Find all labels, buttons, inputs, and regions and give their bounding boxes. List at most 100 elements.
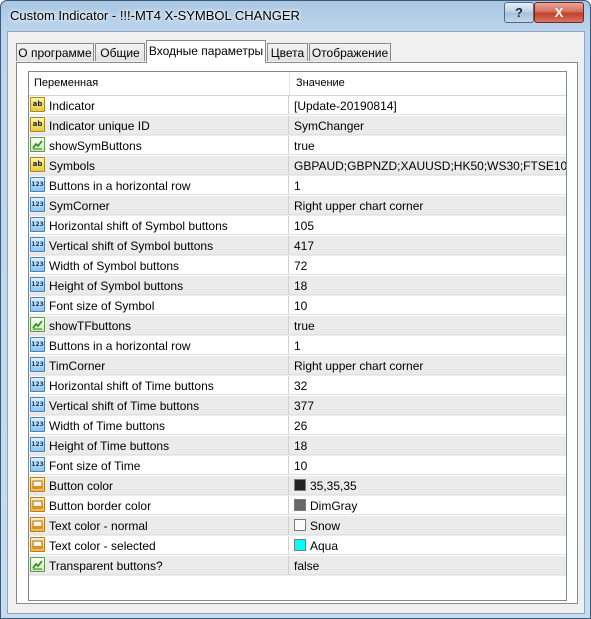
param-value-cell[interactable]: 32 [289,376,566,395]
param-name-cell[interactable]: 123 Horizontal shift of Symbol buttons [29,216,289,235]
param-value[interactable]: 72 [294,259,307,273]
table-row[interactable]: 123 Horizontal shift of Time buttons 32 [29,376,566,396]
param-name-cell[interactable]: 123 Font size of Symbol [29,296,289,315]
param-value-cell[interactable]: GBPAUD;GBPNZD;XAUUSD;HK50;WS30;FTSE100 [289,156,566,175]
param-name-cell[interactable]: showTFbuttons [29,316,289,335]
help-button[interactable]: ? [504,2,534,23]
param-value-cell[interactable]: true [289,316,566,335]
param-value-cell[interactable]: Right upper chart corner [289,196,566,215]
close-button[interactable]: X [534,2,584,23]
param-name-cell[interactable]: 123 TimCorner [29,356,289,375]
param-value[interactable]: 105 [294,219,314,233]
param-value-cell[interactable]: 10 [289,456,566,475]
param-value[interactable]: 417 [294,239,314,253]
param-value[interactable]: 35,35,35 [310,479,357,493]
param-value[interactable]: 377 [294,399,314,413]
param-value-cell[interactable]: 18 [289,276,566,295]
param-name-cell[interactable]: ab Symbols [29,156,289,175]
table-row[interactable]: ab Symbols GBPAUD;GBPNZD;XAUUSD;HK50;WS30;… [29,156,566,176]
table-row[interactable]: 123 Width of Symbol buttons 72 [29,256,566,276]
table-row[interactable]: showSymButtons true [29,136,566,156]
param-name-cell[interactable]: Transparent buttons? [29,556,289,575]
table-row[interactable]: 123 Width of Time buttons 26 [29,416,566,436]
table-row[interactable]: Text color - normal Snow [29,516,566,536]
title-bar[interactable]: Custom Indicator - !!!-MT4 X-SYMBOL CHAN… [1,1,590,31]
param-value[interactable]: GBPAUD;GBPNZD;XAUUSD;HK50;WS30;FTSE100 [294,159,566,173]
param-name-cell[interactable]: 123 Height of Time buttons [29,436,289,455]
table-row[interactable]: 123 Vertical shift of Time buttons 377 [29,396,566,416]
param-name-cell[interactable]: 123 Buttons in a horizontal row [29,176,289,195]
param-value[interactable]: 26 [294,419,307,433]
param-name-cell[interactable]: Text color - selected [29,536,289,555]
table-row[interactable]: 123 TimCorner Right upper chart corner [29,356,566,376]
table-row[interactable]: showTFbuttons true [29,316,566,336]
table-row[interactable]: 123 Buttons in a horizontal row 1 [29,336,566,356]
param-value-cell[interactable]: 35,35,35 [289,476,566,495]
param-value-cell[interactable]: true [289,136,566,155]
table-row[interactable]: 123 Vertical shift of Symbol buttons 417 [29,236,566,256]
param-name-cell[interactable]: 123 Buttons in a horizontal row [29,336,289,355]
param-value[interactable]: 10 [294,459,307,473]
table-row[interactable]: ab Indicator [Update-20190814] [29,96,566,116]
param-name-cell[interactable]: Button border color [29,496,289,515]
param-value[interactable]: 18 [294,439,307,453]
column-header-value[interactable]: Значение [296,77,345,89]
param-value-cell[interactable]: 26 [289,416,566,435]
table-row[interactable]: 123 SymCorner Right upper chart corner [29,196,566,216]
table-row[interactable]: 123 Height of Symbol buttons 18 [29,276,566,296]
param-value[interactable]: 1 [294,339,301,353]
param-value[interactable]: true [294,139,315,153]
param-name-cell[interactable]: showSymButtons [29,136,289,155]
table-row[interactable]: ab Indicator unique ID SymChanger [29,116,566,136]
param-value-cell[interactable]: false [289,556,566,575]
param-value[interactable]: SymChanger [294,119,364,133]
table-row[interactable]: 123 Height of Time buttons 18 [29,436,566,456]
param-value-cell[interactable]: 1 [289,336,566,355]
param-value-cell[interactable]: DimGray [289,496,566,515]
param-value[interactable]: 10 [294,299,307,313]
color-swatch[interactable] [294,519,306,531]
table-row[interactable]: Transparent buttons? false [29,556,566,576]
param-value[interactable]: DimGray [310,499,357,513]
param-value[interactable]: 1 [294,179,301,193]
param-value-cell[interactable]: 18 [289,436,566,455]
color-swatch[interactable] [294,479,306,491]
param-value[interactable]: Aqua [310,539,338,553]
param-value-cell[interactable]: 10 [289,296,566,315]
color-swatch[interactable] [294,499,306,511]
color-swatch[interactable] [294,539,306,551]
param-name-cell[interactable]: 123 Font size of Time [29,456,289,475]
table-row[interactable]: Text color - selected Aqua [29,536,566,556]
param-name-cell[interactable]: 123 SymCorner [29,196,289,215]
param-value[interactable]: Snow [310,519,340,533]
table-row[interactable]: 123 Horizontal shift of Symbol buttons 105 [29,216,566,236]
tab-colors[interactable]: Цвета [267,43,308,61]
tab-common[interactable]: Общие [95,43,145,61]
column-header-variable[interactable]: Переменная [34,77,98,89]
tab-visualization[interactable]: Отображение [309,43,391,61]
column-divider[interactable] [289,72,290,95]
param-name-cell[interactable]: 123 Vertical shift of Symbol buttons [29,236,289,255]
param-value-cell[interactable]: 72 [289,256,566,275]
param-value[interactable]: true [294,319,315,333]
tab-inputs[interactable]: Входные параметры [146,40,266,63]
param-name-cell[interactable]: 123 Height of Symbol buttons [29,276,289,295]
param-value[interactable]: 32 [294,379,307,393]
param-value[interactable]: 18 [294,279,307,293]
table-row[interactable]: 123 Buttons in a horizontal row 1 [29,176,566,196]
param-value[interactable]: Right upper chart corner [294,359,423,373]
param-value-cell[interactable]: 1 [289,176,566,195]
param-value-cell[interactable]: Right upper chart corner [289,356,566,375]
param-value-cell[interactable]: 417 [289,236,566,255]
param-value-cell[interactable]: 377 [289,396,566,415]
param-value[interactable]: Right upper chart corner [294,199,423,213]
param-value-cell[interactable]: [Update-20190814] [289,96,566,115]
table-row[interactable]: 123 Font size of Symbol 10 [29,296,566,316]
table-row[interactable]: Button color 35,35,35 [29,476,566,496]
tab-about[interactable]: О программе [16,43,94,61]
param-name-cell[interactable]: ab Indicator [29,96,289,115]
param-value-cell[interactable]: Snow [289,516,566,535]
param-value-cell[interactable]: SymChanger [289,116,566,135]
param-name-cell[interactable]: Text color - normal [29,516,289,535]
table-row[interactable]: Button border color DimGray [29,496,566,516]
